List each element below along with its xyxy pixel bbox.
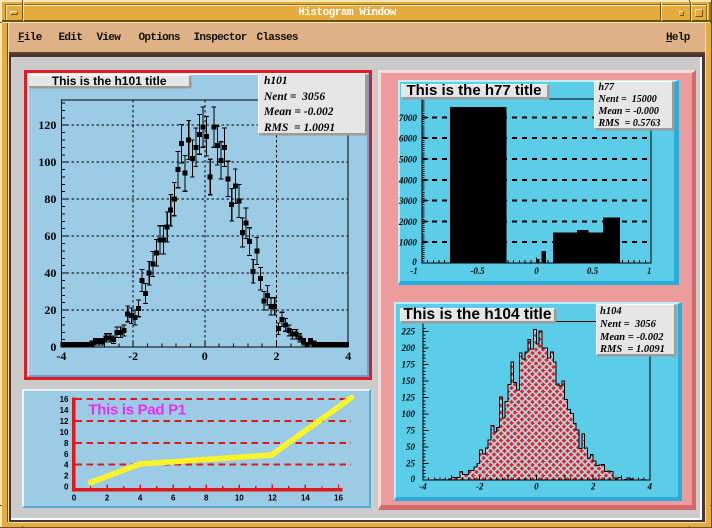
svg-text:6000: 6000 — [398, 133, 417, 143]
svg-text:20: 20 — [44, 303, 56, 317]
svg-text:4: 4 — [647, 482, 653, 492]
svg-text:1: 1 — [647, 266, 652, 276]
svg-text:-4: -4 — [56, 349, 66, 363]
svg-text:25: 25 — [405, 459, 416, 469]
svg-text:14: 14 — [60, 406, 69, 415]
svg-text:125: 125 — [402, 393, 416, 403]
svg-text:2: 2 — [274, 349, 280, 363]
svg-text:3000: 3000 — [397, 196, 417, 206]
svg-text:120: 120 — [38, 118, 56, 132]
svg-text:-2: -2 — [476, 482, 484, 492]
svg-text:60: 60 — [44, 229, 56, 243]
svg-text:10: 10 — [60, 428, 69, 437]
svg-text:4: 4 — [345, 349, 351, 363]
svg-text:80: 80 — [44, 192, 56, 206]
svg-text:12: 12 — [60, 417, 69, 426]
svg-text:16: 16 — [60, 395, 69, 404]
svg-text:0: 0 — [72, 494, 77, 503]
svg-text:4: 4 — [138, 494, 143, 503]
svg-text:0: 0 — [64, 483, 69, 492]
svg-text:1000: 1000 — [398, 237, 417, 247]
svg-text:75: 75 — [406, 426, 416, 436]
svg-text:100: 100 — [402, 409, 416, 419]
svg-text:6: 6 — [171, 494, 176, 503]
svg-text:8: 8 — [204, 494, 209, 503]
svg-text:150: 150 — [402, 376, 416, 386]
svg-text:5000: 5000 — [398, 154, 417, 164]
svg-text:This is Pad P1: This is Pad P1 — [88, 402, 186, 419]
svg-text:100: 100 — [38, 155, 56, 169]
svg-text:0.5: 0.5 — [586, 266, 598, 276]
svg-text:4000: 4000 — [397, 175, 417, 185]
svg-text:50: 50 — [406, 442, 416, 452]
svg-text:6: 6 — [64, 450, 69, 459]
svg-text:0: 0 — [411, 474, 416, 484]
svg-text:40: 40 — [44, 266, 56, 280]
svg-text:2: 2 — [105, 494, 110, 503]
svg-text:8: 8 — [64, 439, 69, 448]
svg-text:4: 4 — [64, 461, 69, 470]
svg-text:-0.5: -0.5 — [470, 266, 485, 276]
svg-text:16: 16 — [334, 494, 343, 503]
svg-text:14: 14 — [301, 494, 310, 503]
svg-text:175: 175 — [402, 360, 416, 370]
svg-text:10: 10 — [235, 494, 244, 503]
svg-text:2000: 2000 — [397, 217, 417, 227]
svg-text:7000: 7000 — [398, 113, 417, 123]
svg-text:200: 200 — [401, 343, 416, 353]
svg-text:225: 225 — [401, 327, 416, 337]
svg-text:2: 2 — [64, 472, 69, 481]
svg-text:12: 12 — [268, 494, 277, 503]
svg-text:0: 0 — [534, 266, 539, 276]
svg-text:0: 0 — [534, 482, 539, 492]
svg-text:-1: -1 — [410, 266, 418, 276]
svg-text:-4: -4 — [419, 482, 427, 492]
svg-text:2: 2 — [590, 482, 596, 492]
svg-text:0: 0 — [202, 349, 208, 363]
svg-text:-2: -2 — [128, 349, 138, 363]
